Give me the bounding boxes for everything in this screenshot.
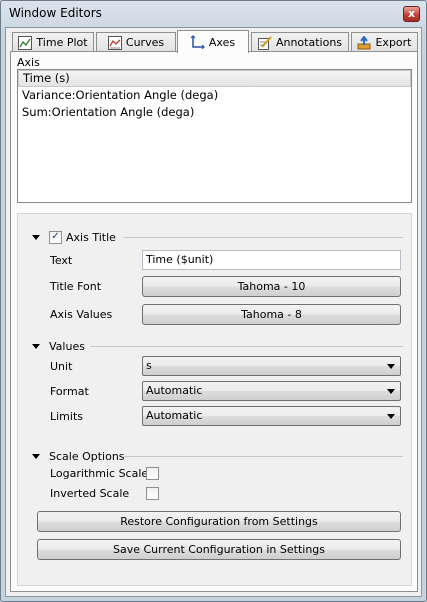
curves-icon (107, 35, 122, 50)
close-button[interactable]: x (403, 6, 420, 22)
tab-export[interactable]: Export (351, 32, 418, 52)
unit-select-value: s (146, 359, 152, 372)
chevron-down-icon (387, 389, 395, 394)
tab-time-plot[interactable]: Time Plot (12, 32, 94, 52)
tab-axes[interactable]: Axes (177, 30, 249, 53)
group-divider (124, 456, 403, 457)
scale-options-group-header[interactable]: Scale Options (32, 448, 125, 464)
window-title: Window Editors (9, 6, 102, 20)
unit-label: Unit (50, 360, 73, 373)
limits-select-value: Automatic (146, 409, 203, 422)
tab-export-label: Export (375, 36, 412, 49)
collapse-arrow-icon[interactable] (32, 234, 40, 240)
list-item[interactable]: Sum:Orientation Angle (dega) (18, 104, 411, 121)
format-select-value: Automatic (146, 384, 203, 397)
format-label: Format (50, 385, 89, 398)
axis-listbox[interactable]: Time (s) Variance:Orientation Angle (deg… (17, 69, 412, 203)
time-plot-icon (18, 35, 33, 50)
axes-tab-page: Axis Time (s) Variance:Orientation Angle… (10, 51, 418, 592)
limits-label: Limits (50, 410, 83, 423)
save-configuration-button[interactable]: Save Current Configuration in Settings (37, 539, 401, 560)
axis-values-font-button[interactable]: Tahoma - 8 (142, 304, 401, 325)
chevron-down-icon (387, 414, 395, 419)
title-font-label: Title Font (50, 280, 102, 293)
restore-configuration-button[interactable]: Restore Configuration from Settings (37, 511, 401, 532)
tab-annotations[interactable]: Annotations (251, 32, 349, 52)
window-client-area: Time Plot Curves Axes Annotations Export… (5, 27, 422, 597)
tab-bar: Time Plot Curves Axes Annotations Export (10, 30, 418, 53)
title-font-button[interactable]: Tahoma - 10 (142, 276, 401, 297)
list-item[interactable]: Variance:Orientation Angle (dega) (18, 87, 411, 104)
chevron-down-icon (387, 364, 395, 369)
values-header: Values (49, 339, 85, 353)
tab-curves[interactable]: Curves (96, 32, 176, 52)
tab-time-plot-label: Time Plot (36, 36, 88, 49)
inverted-scale-label: Inverted Scale (50, 487, 130, 500)
close-icon: x (407, 7, 416, 20)
axis-title-group-header[interactable]: ✓ Axis Title (32, 229, 116, 245)
tab-curves-label: Curves (125, 36, 165, 49)
list-item[interactable]: Time (s) (18, 70, 411, 87)
axis-title-checkbox[interactable]: ✓ (49, 230, 62, 244)
unit-select[interactable]: s (142, 356, 401, 376)
collapse-arrow-icon[interactable] (32, 343, 40, 349)
axis-title-text-input[interactable]: Time ($unit) (142, 250, 401, 270)
tab-axes-label: Axes (208, 35, 236, 49)
limits-select[interactable]: Automatic (142, 406, 401, 426)
group-divider (124, 237, 403, 238)
axes-icon (190, 35, 205, 49)
axis-list-label: Axis (17, 56, 40, 69)
logarithmic-scale-checkbox[interactable] (146, 467, 159, 480)
title-bar[interactable]: Window Editors x (1, 1, 426, 27)
tab-annotations-label: Annotations (275, 36, 343, 49)
axis-settings-panel: ✓ Axis Title Text Time ($unit) Title Fon… (17, 213, 412, 586)
axis-values-label: Axis Values (50, 308, 113, 321)
format-select[interactable]: Automatic (142, 381, 401, 401)
axis-title-header: Axis Title (66, 230, 116, 244)
collapse-arrow-icon[interactable] (32, 453, 40, 459)
window-editors-window: Window Editors x Time Plot Curves Axes A… (0, 0, 427, 602)
text-label: Text (50, 254, 73, 267)
scale-options-header: Scale Options (49, 449, 125, 463)
group-divider (90, 346, 403, 347)
checkmark-icon: ✓ (51, 231, 60, 242)
logarithmic-scale-label: Logarithmic Scale (50, 467, 149, 480)
values-group-header[interactable]: Values (32, 338, 85, 354)
export-icon (357, 35, 371, 49)
inverted-scale-checkbox[interactable] (146, 487, 159, 500)
annotations-icon (257, 35, 272, 50)
